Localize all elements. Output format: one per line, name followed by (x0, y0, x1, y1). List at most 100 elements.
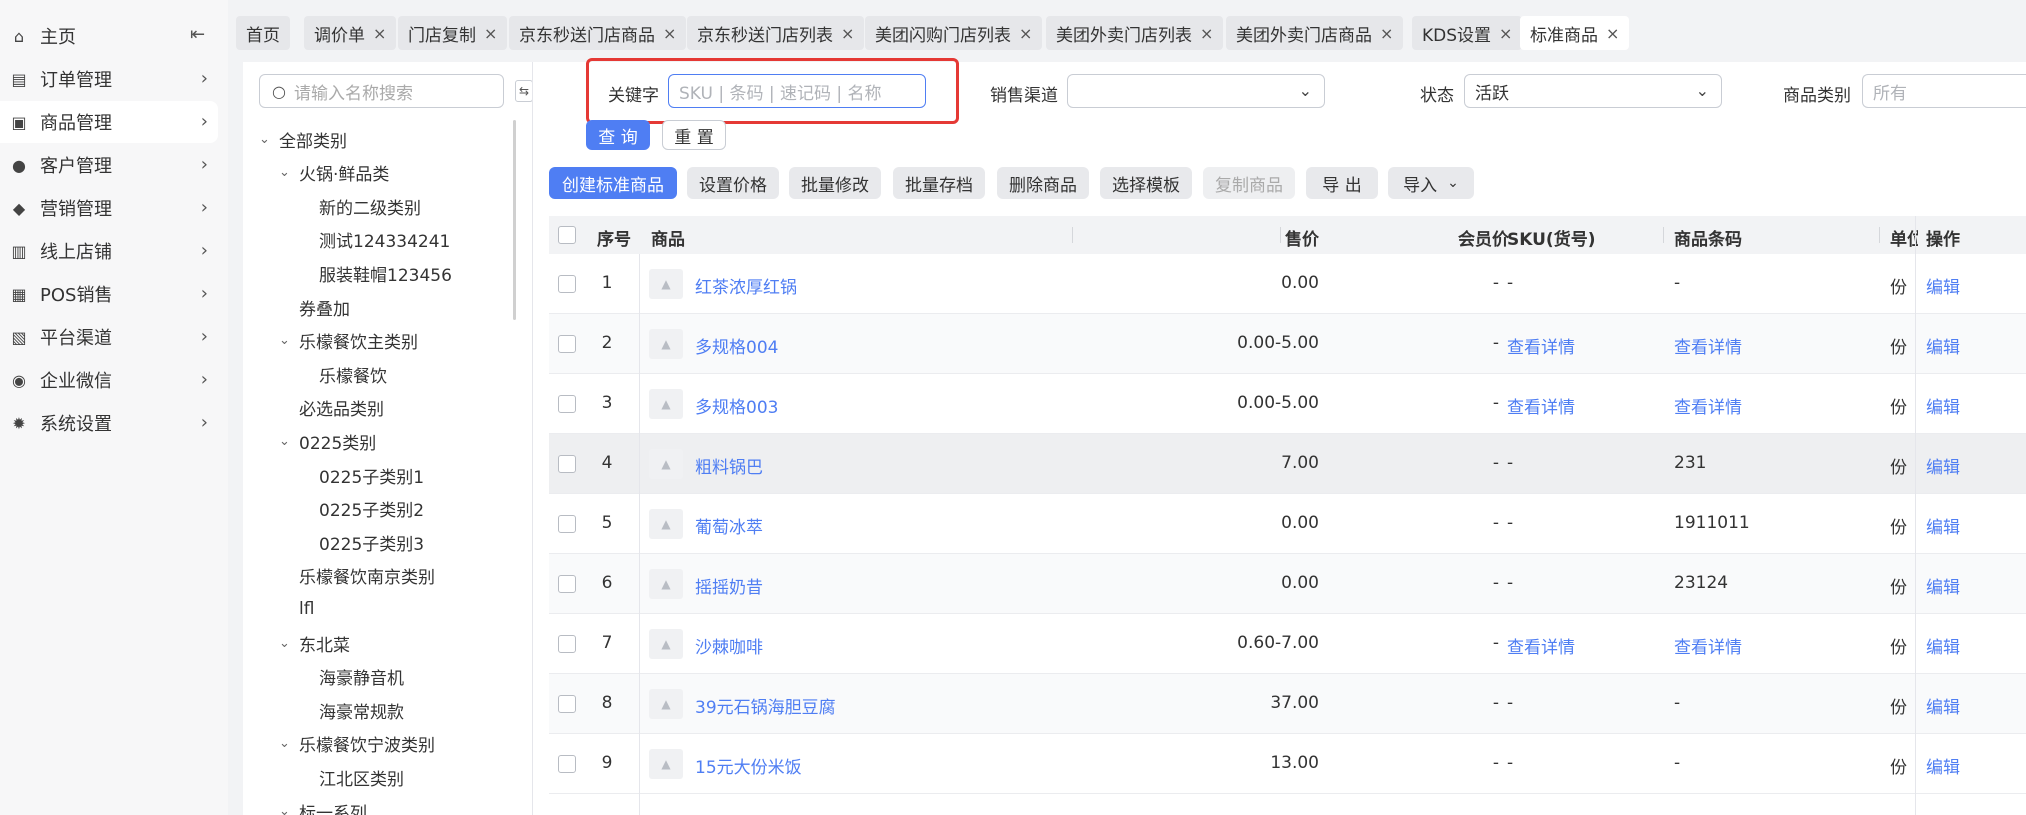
category-tree-item[interactable]: 海豪常规款 (299, 695, 404, 725)
close-icon[interactable]: × (1019, 24, 1032, 43)
row-checkbox[interactable] (558, 695, 576, 713)
nav-item-0[interactable]: ⌂ 主页 (0, 15, 218, 57)
delete-product-button[interactable]: 删除商品 (997, 167, 1089, 199)
product-name-link[interactable]: 摇摇奶昔 (695, 573, 763, 598)
product-name-link[interactable]: 葡萄冰萃 (695, 513, 763, 538)
edit-link[interactable]: 编辑 (1926, 273, 1960, 298)
chevron-down-icon[interactable]: ⌄ (279, 165, 293, 180)
category-tree-item[interactable]: ⌄ 乐檬餐饮主类别 (279, 326, 418, 356)
category-tree-item[interactable]: 乐檬餐饮 (299, 359, 387, 389)
category-scrollbar[interactable] (513, 120, 516, 320)
tab-1[interactable]: 调价单 × (304, 16, 397, 50)
category-search-input[interactable]: ○ 请输入名称搜索 (259, 74, 504, 108)
chevron-down-icon[interactable]: ⌄ (279, 434, 293, 449)
close-icon[interactable]: × (373, 24, 386, 43)
nav-item-8[interactable]: ◉ 企业微信 › (0, 359, 218, 401)
edit-link[interactable]: 编辑 (1926, 513, 1960, 538)
edit-link[interactable]: 编辑 (1926, 753, 1960, 778)
create-product-button[interactable]: 创建标准商品 (549, 167, 677, 199)
batch-edit-button[interactable]: 批量修改 (789, 167, 881, 199)
category-tree-item[interactable]: ⌄ 火锅·鲜品类 (279, 158, 389, 188)
export-button[interactable]: 导 出 (1306, 167, 1378, 199)
category-tree-item[interactable]: ⌄ 标一系列 (279, 796, 367, 815)
close-icon[interactable]: × (484, 24, 497, 43)
category-tree-item[interactable]: 0225子类别3 (299, 527, 424, 557)
import-dropdown-button[interactable]: 导入 ⌄ (1388, 167, 1474, 199)
table-row[interactable]: 6 ▲ 摇摇奶昔 0.00 - - 23124 份编辑 (549, 554, 2026, 614)
row-checkbox[interactable] (558, 575, 576, 593)
tab-6[interactable]: 美团外卖门店列表 × (1046, 16, 1224, 50)
choose-template-button[interactable]: 选择模板 (1100, 167, 1192, 199)
row-checkbox[interactable] (558, 635, 576, 653)
product-name-link[interactable]: 39元石锅海胆豆腐 (695, 693, 836, 718)
chevron-down-icon[interactable]: ⌄ (279, 333, 293, 348)
barcode-cell[interactable]: 查看详情 (1674, 333, 1742, 358)
channel-select[interactable]: ⌄ (1067, 74, 1325, 108)
category-filter-select[interactable]: 所有 (1862, 74, 2026, 108)
category-tree-item[interactable]: 必选品类别 (279, 393, 384, 423)
category-tree-item[interactable]: ⌄ 东北菜 (279, 628, 350, 658)
query-button[interactable]: 查 询 (586, 120, 650, 150)
tab-3[interactable]: 京东秒送门店商品 × (509, 16, 687, 50)
reset-button[interactable]: 重 置 (662, 120, 726, 150)
close-icon[interactable]: × (1499, 24, 1512, 43)
row-checkbox[interactable] (558, 275, 576, 293)
sku-cell[interactable]: 查看详情 (1507, 393, 1575, 418)
tab-4[interactable]: 京东秒送门店列表 × (687, 16, 865, 50)
nav-item-7[interactable]: ▧ 平台渠道 › (0, 316, 218, 358)
category-tree-item[interactable]: 海豪静音机 (299, 662, 404, 692)
table-row[interactable]: 5 ▲ 葡萄冰萃 0.00 - - 1911011 份编辑 (549, 494, 2026, 554)
nav-item-3[interactable]: ● 客户管理 › (0, 144, 218, 186)
product-name-link[interactable]: 红茶浓厚红锅 (695, 273, 797, 298)
nav-item-6[interactable]: ▦ POS销售 › (0, 273, 218, 315)
tab-5[interactable]: 美团闪购门店列表 × (865, 16, 1043, 50)
table-row[interactable]: 1 ▲ 红茶浓厚红锅 0.00- - - 份编辑 (549, 254, 2026, 314)
edit-link[interactable]: 编辑 (1926, 693, 1960, 718)
category-tree-item[interactable]: 新的二级类别 (299, 191, 421, 221)
edit-link[interactable]: 编辑 (1926, 333, 1960, 358)
edit-link[interactable]: 编辑 (1926, 393, 1960, 418)
batch-archive-button[interactable]: 批量存档 (893, 167, 985, 199)
barcode-cell[interactable]: 查看详情 (1674, 393, 1742, 418)
category-tree-item[interactable]: 券叠加 (279, 292, 350, 322)
category-tree-item[interactable]: ⌄ 0225类别 (279, 426, 376, 456)
category-tree-item[interactable]: 测试124334241 (299, 225, 450, 255)
edit-link[interactable]: 编辑 (1926, 633, 1960, 658)
category-tree-item[interactable]: lfl (279, 594, 314, 624)
set-price-button[interactable]: 设置价格 (687, 167, 779, 199)
table-row[interactable]: 4 ▲ 粗料锅巴 7.00 - - 231 份编辑 (549, 434, 2026, 494)
chevron-down-icon[interactable]: ⌄ (279, 804, 293, 815)
edit-link[interactable]: 编辑 (1926, 453, 1960, 478)
nav-item-5[interactable]: ▥ 线上店铺 › (0, 230, 218, 272)
table-row[interactable]: 9 ▲ 15元大份米饭 13.00- - - 份编辑 (549, 734, 2026, 794)
close-icon[interactable]: × (1200, 24, 1213, 43)
chevron-down-icon[interactable]: ⌄ (279, 736, 293, 751)
category-tree-item[interactable]: 乐檬餐饮南京类别 (279, 561, 435, 591)
row-checkbox[interactable] (558, 515, 576, 533)
close-icon[interactable]: × (1380, 24, 1393, 43)
tab-8[interactable]: KDS设置 × (1412, 16, 1523, 50)
table-row[interactable]: 2 ▲ 多规格004 0.00-5.00- 查看详情 查看详情份编辑 (549, 314, 2026, 374)
tab-7[interactable]: 美团外卖门店商品 × (1226, 16, 1404, 50)
product-name-link[interactable]: 粗料锅巴 (695, 453, 763, 478)
barcode-cell[interactable]: 查看详情 (1674, 633, 1742, 658)
sku-cell[interactable]: 查看详情 (1507, 633, 1575, 658)
toggle-panel-icon[interactable]: ⇆ (515, 80, 532, 102)
product-name-link[interactable]: 沙棘咖啡 (695, 633, 763, 658)
copy-product-button[interactable]: 复制商品 (1203, 167, 1295, 199)
product-name-link[interactable]: 多规格003 (695, 393, 778, 418)
table-row[interactable]: 8 ▲ 39元石锅海胆豆腐 37.00- - - 份编辑 (549, 674, 2026, 734)
category-tree-item[interactable]: 服装鞋帽123456 (299, 258, 452, 288)
row-checkbox[interactable] (558, 455, 576, 473)
tab-2[interactable]: 门店复制 × (398, 16, 508, 50)
table-row[interactable]: 3 ▲ 多规格003 0.00-5.00- 查看详情 查看详情份编辑 (549, 374, 2026, 434)
sku-cell[interactable]: 查看详情 (1507, 333, 1575, 358)
nav-item-1[interactable]: ▤ 订单管理 › (0, 58, 218, 100)
category-tree-item[interactable]: 0225子类别1 (299, 460, 424, 490)
category-tree-item[interactable]: ⌄ 全部类别 (259, 124, 347, 154)
chevron-down-icon[interactable]: ⌄ (279, 636, 293, 651)
keyword-input[interactable]: SKU | 条码 | 速记码 | 名称 (668, 74, 926, 108)
chevron-down-icon[interactable]: ⌄ (259, 132, 273, 147)
close-icon[interactable]: × (841, 24, 854, 43)
table-row[interactable]: 7 ▲ 沙棘咖啡 0.60-7.00- 查看详情 查看详情份编辑 (549, 614, 2026, 674)
